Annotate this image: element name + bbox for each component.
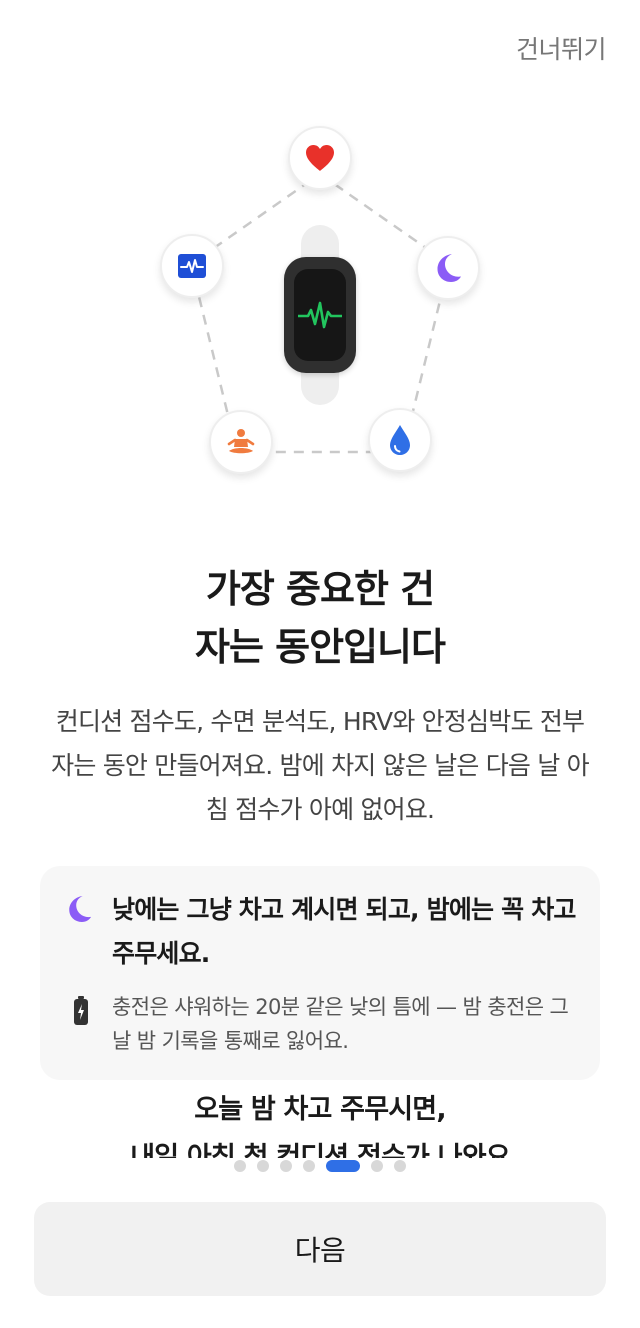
watch-device: [284, 257, 356, 373]
page-dot: [234, 1160, 246, 1172]
feature-illustration: [0, 0, 640, 500]
title-line-1: 가장 중요한 건: [205, 567, 435, 611]
hydration-node: [368, 408, 432, 472]
page-dot: [257, 1160, 269, 1172]
callout-text: 오늘 밤 차고 주무시면, 내일 아침 첫 컨디션 점수가 나와요: [0, 1086, 640, 1158]
callout-container: 오늘 밤 차고 주무시면, 내일 아침 첫 컨디션 점수가 나와요: [0, 1086, 640, 1158]
moon-icon: [437, 254, 461, 282]
sleep-node: [416, 236, 480, 300]
stress-node: [209, 410, 273, 474]
description-text: 컨디션 점수도, 수면 분석도, HRV와 안정심박도 전부 자는 동안 만들어…: [51, 707, 589, 824]
ecg-monitor-icon: [178, 254, 206, 278]
page-dot: [394, 1160, 406, 1172]
moon-icon: [69, 896, 92, 922]
page-indicator: [0, 1160, 640, 1172]
page-title: 가장 중요한 건 자는 동안입니다: [0, 560, 640, 676]
battery-charging-icon: [74, 996, 88, 1025]
next-button[interactable]: 다음: [34, 1202, 606, 1296]
callout-line-1: 오늘 밤 차고 주무시면,: [194, 1094, 446, 1125]
page-dot: [371, 1160, 383, 1172]
page-dot-active: [326, 1160, 360, 1172]
meditation-icon: [227, 429, 255, 454]
heart-icon: [306, 145, 334, 171]
watch-heartbeat-icon: [294, 269, 346, 361]
page-dot: [280, 1160, 292, 1172]
tip-note: 충전은 샤워하는 20분 같은 낮의 틈에 — 밤 충전은 그 날 밤 기록을 …: [112, 995, 569, 1053]
heart-node: [288, 126, 352, 190]
tip-card: 낮에는 그냥 차고 계시면 되고, 밤에는 꼭 차고 주무세요. 충전은 샤워하…: [40, 866, 600, 1080]
tip-headline: 낮에는 그냥 차고 계시면 되고, 밤에는 꼭 차고 주무세요.: [112, 895, 576, 968]
water-drop-icon: [390, 425, 410, 455]
hrv-node: [160, 234, 224, 298]
page-dot: [303, 1160, 315, 1172]
callout-line-2: 내일 아침 첫 컨디션 점수가 나와요: [130, 1142, 510, 1158]
title-line-2: 자는 동안입니다: [195, 625, 446, 669]
